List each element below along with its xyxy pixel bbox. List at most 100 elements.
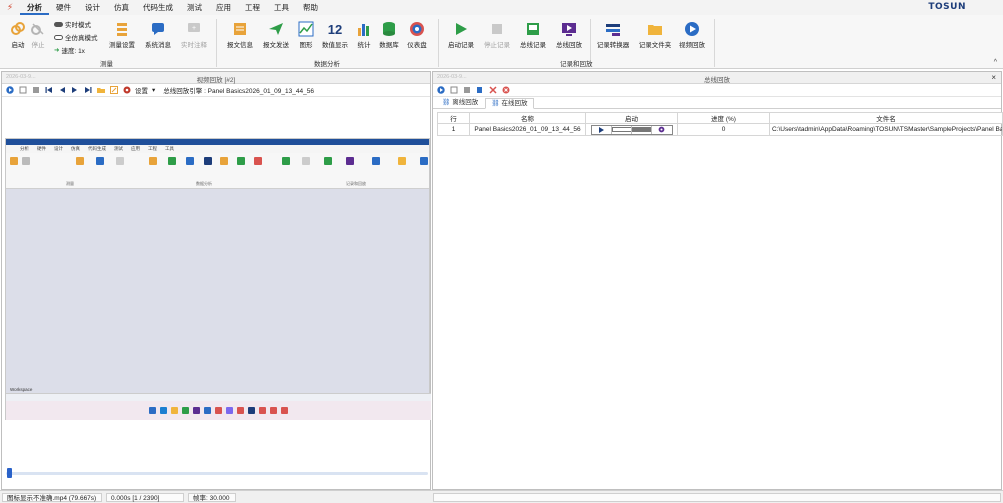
add-file-icon[interactable] bbox=[475, 86, 484, 95]
menu-tools[interactable]: 工具 bbox=[267, 0, 296, 15]
video-playback-panel: 2026-03-9... 视频回放 [#2] 设置 ▾ 总线回放引擎 : Pan… bbox=[1, 71, 431, 490]
stop-icon[interactable] bbox=[462, 86, 471, 95]
close-icon[interactable]: × bbox=[991, 73, 996, 82]
settings-dropdown[interactable]: 设置 bbox=[135, 85, 148, 95]
video-menu-item: 分析 bbox=[20, 146, 29, 151]
stop-button[interactable]: 停止 bbox=[20, 21, 56, 49]
brand-logo: TOSUN bbox=[928, 2, 966, 12]
pause-icon[interactable] bbox=[18, 86, 27, 95]
menu-help[interactable]: 帮助 bbox=[296, 0, 325, 15]
step-back-icon[interactable] bbox=[57, 86, 66, 95]
video-stats-icon bbox=[220, 157, 228, 165]
measure-setup-button[interactable]: 测量设置 bbox=[104, 21, 140, 49]
video-inner-statusbar bbox=[6, 393, 431, 401]
full-sim-mode-toggle[interactable]: 全仿真模式 bbox=[54, 32, 98, 42]
gear-icon[interactable] bbox=[122, 86, 131, 95]
clear-icon[interactable] bbox=[501, 86, 510, 95]
stop-icon[interactable] bbox=[31, 86, 40, 95]
menu-analysis[interactable]: 分析 bbox=[20, 0, 49, 15]
video-link-icon bbox=[10, 157, 18, 165]
playback-slider-thumb[interactable] bbox=[7, 468, 13, 478]
video-layers-icon bbox=[76, 157, 84, 165]
realtime-comment-label: 实时注释 bbox=[181, 42, 207, 49]
skip-end-icon[interactable] bbox=[83, 86, 92, 95]
ribbon: 启动 停止 实时模式 全仿真模式 ➜ 速度: 1x 测量设置 系统消息 + 实时… bbox=[0, 15, 1003, 69]
video-send-icon bbox=[168, 157, 176, 165]
video-menu-item: 硬件 bbox=[37, 146, 46, 151]
stop-icon[interactable] bbox=[631, 125, 652, 134]
video-taskbar-icon bbox=[226, 407, 233, 414]
column-header-name[interactable]: 名称 bbox=[469, 112, 586, 124]
video-playback-button[interactable]: 视频回放 bbox=[674, 21, 710, 49]
video-taskbar-icon bbox=[215, 407, 222, 414]
video-menu-item: 工具 bbox=[165, 146, 174, 151]
bus-playback-button[interactable]: 总线回放 bbox=[551, 21, 587, 49]
msg-info-button[interactable]: 报文信息 bbox=[222, 21, 258, 49]
column-header-start[interactable]: 启动 bbox=[585, 112, 678, 124]
video-comment-icon bbox=[116, 157, 124, 165]
step-forward-icon[interactable] bbox=[70, 86, 79, 95]
link-icon: ⛓ bbox=[491, 100, 500, 107]
delete-icon[interactable] bbox=[488, 86, 497, 95]
record-folder-button[interactable]: 记录文件夹 bbox=[635, 21, 675, 49]
video-frame: 分析 硬件 设计 仿真 代码生成 测试 应用 工程 工具 测量 数据分析 记录和… bbox=[5, 138, 431, 420]
menu-test[interactable]: 测试 bbox=[180, 0, 209, 15]
realtime-mode-label: 实时模式 bbox=[65, 22, 91, 29]
video-taskbar-icon bbox=[171, 407, 178, 414]
ribbon-separator bbox=[714, 19, 715, 67]
graphics-label: 图形 bbox=[299, 42, 313, 49]
video-monitor-icon bbox=[346, 157, 354, 165]
app-logo-icon[interactable]: ⚡ bbox=[0, 0, 20, 15]
realtime-comment-button[interactable]: + 实时注释 bbox=[176, 21, 212, 49]
open-folder-icon[interactable] bbox=[96, 86, 105, 95]
column-header-row[interactable]: 行 bbox=[437, 112, 470, 124]
menu-codegen[interactable]: 代码生成 bbox=[136, 0, 180, 15]
realtime-mode-toggle[interactable]: 实时模式 bbox=[54, 19, 91, 29]
playback-slider[interactable] bbox=[6, 472, 428, 475]
video-list-icon bbox=[149, 157, 157, 165]
menu-hardware[interactable]: 硬件 bbox=[49, 0, 78, 15]
converter-icon bbox=[605, 21, 621, 37]
column-header-progress[interactable]: 进度 (%) bbox=[677, 112, 770, 124]
video-taskbar-icon bbox=[160, 407, 167, 414]
pause-icon[interactable] bbox=[611, 125, 632, 134]
play-icon bbox=[453, 21, 469, 37]
bus-record-button[interactable]: 总线记录 bbox=[515, 21, 551, 49]
pause-icon[interactable] bbox=[449, 86, 458, 95]
play-icon[interactable] bbox=[5, 86, 14, 95]
system-messages-button[interactable]: 系统消息 bbox=[140, 21, 176, 49]
tab-online-playback[interactable]: ⛓ 在线回放 bbox=[485, 98, 534, 109]
video-taskbar-icon bbox=[193, 407, 200, 414]
video-playback-label: 视频回放 bbox=[679, 42, 705, 49]
menu-design[interactable]: 设计 bbox=[78, 0, 107, 15]
menu-simulation[interactable]: 仿真 bbox=[107, 0, 136, 15]
record-converter-button[interactable]: 记录转换器 bbox=[593, 21, 633, 49]
stop-record-label: 停止记录 bbox=[484, 42, 510, 49]
speed-selector[interactable]: ➜ 速度: 1x bbox=[54, 45, 85, 55]
chat-icon bbox=[150, 21, 166, 37]
dashboard-label: 仪表盘 bbox=[407, 42, 427, 49]
skip-start-icon[interactable] bbox=[44, 86, 53, 95]
video-menu-item: 测试 bbox=[114, 146, 123, 151]
bus-playback-toolbar bbox=[433, 84, 1001, 97]
stop-record-button[interactable]: 停止记录 bbox=[479, 21, 515, 49]
video-play-icon bbox=[282, 157, 290, 165]
play-icon[interactable] bbox=[436, 86, 445, 95]
chevron-up-icon[interactable]: ^ bbox=[994, 59, 997, 66]
video-taskbar-icon bbox=[248, 407, 255, 414]
video-group-label: 数据分析 bbox=[196, 181, 212, 186]
menu-project[interactable]: 工程 bbox=[238, 0, 267, 15]
group-label-measure: 测量 bbox=[100, 61, 113, 68]
tab-online-label: 在线回放 bbox=[501, 100, 528, 107]
menu-application[interactable]: 应用 bbox=[209, 0, 238, 15]
play-icon[interactable] bbox=[592, 125, 612, 134]
msg-send-label: 报文发送 bbox=[263, 42, 289, 49]
dashboard-button[interactable]: 仪表盘 bbox=[399, 21, 435, 49]
gear-icon[interactable] bbox=[652, 126, 672, 134]
start-record-button[interactable]: 启动记录 bbox=[443, 21, 479, 49]
video-chat-icon bbox=[96, 157, 104, 165]
column-header-filename[interactable]: 文件名 bbox=[769, 112, 1003, 124]
tab-offline-playback[interactable]: ⛓ 离线回放 bbox=[437, 97, 483, 108]
table-row[interactable]: 1 Panel Basics2026_01_09_13_44_56 0 C:\U… bbox=[437, 123, 1003, 136]
export-icon[interactable] bbox=[109, 86, 118, 95]
